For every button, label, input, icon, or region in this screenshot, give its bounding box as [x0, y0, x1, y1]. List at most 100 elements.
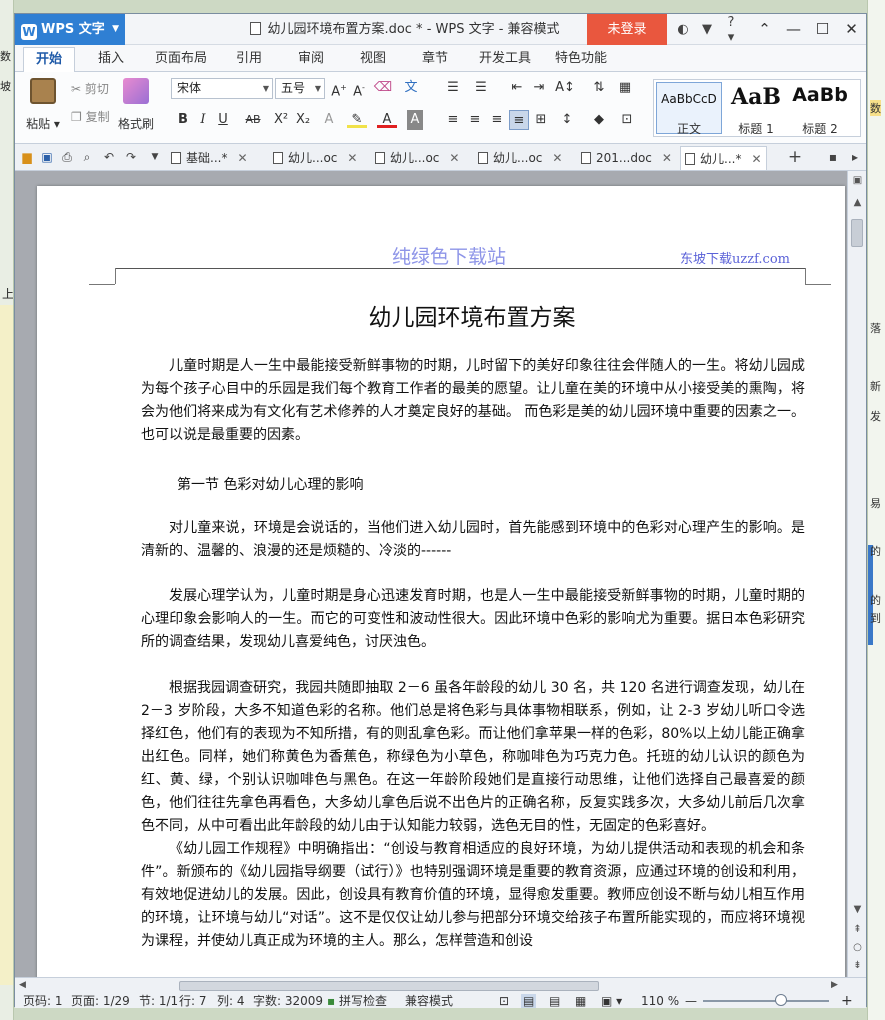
- status-word-count[interactable]: 字数: 32009: [253, 994, 323, 1008]
- superscript-icon[interactable]: X²: [271, 110, 291, 130]
- style-heading2-preview[interactable]: AaBb: [788, 84, 852, 106]
- justify-icon[interactable]: ≡: [509, 110, 529, 130]
- sort-icon[interactable]: ⇅: [589, 78, 609, 98]
- tab-menu-icon[interactable]: ▸: [847, 148, 863, 166]
- save-icon[interactable]: ▣: [39, 148, 55, 166]
- tab-developer[interactable]: 开发工具: [475, 45, 535, 72]
- customize-chevron-icon[interactable]: ▼: [147, 148, 163, 166]
- subscript-icon[interactable]: X₂: [293, 110, 313, 130]
- style-heading1-preview[interactable]: AaB: [724, 84, 788, 110]
- doc-tab-1[interactable]: 基础...* ✕: [171, 146, 248, 170]
- tab-review[interactable]: 审阅: [291, 45, 331, 72]
- style-heading1-label[interactable]: 标题 1: [724, 120, 788, 137]
- login-button[interactable]: 未登录: [587, 14, 667, 45]
- doc-tab-6-active[interactable]: 幼儿...* ✕: [680, 146, 767, 170]
- new-tab-plus-icon[interactable]: +: [787, 148, 803, 166]
- borders-icon[interactable]: ⊡: [617, 110, 637, 130]
- line-spacing-icon[interactable]: ↕: [557, 110, 577, 130]
- close-icon[interactable]: ✕: [552, 151, 562, 165]
- style-normal-preview[interactable]: AaBbCcD: [657, 92, 721, 106]
- undo-icon[interactable]: ↶: [101, 148, 117, 166]
- print-icon[interactable]: ⎙: [59, 148, 75, 166]
- zoom-in-icon[interactable]: +: [841, 994, 853, 1008]
- tab-insert[interactable]: 插入: [91, 45, 131, 72]
- close-icon[interactable]: ✕: [237, 151, 247, 165]
- shading-fill-icon[interactable]: ◆: [589, 110, 609, 130]
- horizontal-scrollbar[interactable]: ◀ ▶: [15, 977, 866, 994]
- skin-shirt-icon[interactable]: ▼: [695, 22, 719, 37]
- highlight-icon[interactable]: ✎: [347, 110, 367, 128]
- tab-list-icon[interactable]: ▪: [825, 148, 841, 166]
- close-icon[interactable]: ✕: [347, 151, 357, 165]
- grow-font-icon[interactable]: A+: [329, 78, 349, 99]
- scroll-up-icon[interactable]: ▲: [848, 197, 867, 208]
- tab-view[interactable]: 视图: [353, 45, 393, 72]
- copy-button[interactable]: ❐ 复制: [71, 108, 110, 125]
- tab-home[interactable]: 开始: [23, 47, 75, 73]
- next-page-icon[interactable]: ⇟: [848, 960, 867, 971]
- tab-page-layout[interactable]: 页面布局: [149, 45, 213, 72]
- bullets-icon[interactable]: ☰: [443, 78, 463, 98]
- font-name-select[interactable]: 宋体 ▼: [171, 78, 273, 99]
- tab-references[interactable]: 引用: [229, 45, 269, 72]
- help-button[interactable]: ? ▾: [719, 15, 743, 45]
- maximize-button[interactable]: ☐: [808, 14, 837, 45]
- text-effect-icon[interactable]: A: [319, 110, 339, 130]
- wps-menu-button[interactable]: W WPS 文字 ▼: [15, 14, 125, 45]
- underline-button[interactable]: U: [213, 110, 233, 130]
- scroll-right-icon[interactable]: ▶: [831, 980, 838, 990]
- page-view-icon[interactable]: ▤: [521, 994, 537, 1008]
- align-right-icon[interactable]: ≡: [487, 110, 507, 130]
- redo-icon[interactable]: ↷: [123, 148, 139, 166]
- minimize-button[interactable]: —: [779, 14, 808, 45]
- document-page[interactable]: 纯绿色下载站 东坡下载uzzf.com 幼儿园环境布置方案 儿童时期是人一生中最…: [37, 186, 845, 977]
- doc-tab-2[interactable]: 幼儿...oc ✕: [273, 146, 357, 170]
- clear-format-icon[interactable]: ⌫: [373, 78, 393, 98]
- doc-tab-4[interactable]: 幼儿...oc ✕: [478, 146, 562, 170]
- style-heading2-label[interactable]: 标题 2: [788, 120, 852, 137]
- vertical-scroll-thumb[interactable]: [851, 219, 863, 247]
- doc-tab-5[interactable]: 201...doc ✕: [581, 146, 672, 170]
- cut-button[interactable]: ✂ 剪切: [71, 80, 109, 97]
- open-folder-icon[interactable]: ▆: [19, 148, 35, 166]
- zoom-level[interactable]: 110 %: [641, 994, 679, 1008]
- font-size-select[interactable]: 五号 ▼: [275, 78, 325, 99]
- horizontal-scroll-thumb[interactable]: [179, 981, 599, 991]
- zoom-out-icon[interactable]: —: [685, 994, 697, 1008]
- format-painter-button[interactable]: 格式刷: [117, 78, 155, 132]
- tab-special-features[interactable]: 特色功能: [551, 45, 611, 72]
- numbering-icon[interactable]: ☰: [471, 78, 491, 98]
- doc-tab-3[interactable]: 幼儿...oc ✕: [375, 146, 459, 170]
- outline-view-icon[interactable]: ▤: [549, 994, 560, 1008]
- close-icon[interactable]: ✕: [662, 151, 672, 165]
- shrink-font-icon[interactable]: A-: [349, 78, 369, 99]
- reading-view-icon[interactable]: ▣ ▾: [601, 994, 622, 1008]
- char-scale-icon[interactable]: A↕: [555, 78, 575, 98]
- close-icon[interactable]: ✕: [449, 151, 459, 165]
- decrease-indent-icon[interactable]: ⇤: [507, 78, 527, 98]
- tab-chapter[interactable]: 章节: [415, 45, 455, 72]
- scroll-left-icon[interactable]: ◀: [19, 980, 26, 990]
- collapse-ribbon-icon[interactable]: ⌃: [750, 14, 779, 45]
- phonetic-guide-icon[interactable]: 文: [401, 78, 421, 98]
- align-center-icon[interactable]: ≡: [465, 110, 485, 130]
- close-button[interactable]: ✕: [837, 14, 866, 45]
- print-preview-icon[interactable]: ⌕: [79, 148, 95, 166]
- table-border-icon[interactable]: ▦: [615, 78, 635, 98]
- italic-button[interactable]: I: [193, 110, 213, 130]
- style-normal-label[interactable]: 正文: [657, 120, 721, 137]
- paste-button[interactable]: 粘贴 ▾: [23, 78, 63, 132]
- spell-check-button[interactable]: ▪ 拼写检查: [327, 994, 387, 1008]
- distribute-icon[interactable]: ⊞: [531, 110, 551, 130]
- close-icon[interactable]: ✕: [751, 152, 761, 166]
- prev-page-icon[interactable]: ⇞: [848, 924, 867, 935]
- web-view-icon[interactable]: ▦: [575, 994, 586, 1008]
- full-screen-view-icon[interactable]: ⊡: [499, 994, 509, 1008]
- select-browse-object-icon[interactable]: ○: [848, 942, 867, 953]
- zoom-slider-thumb[interactable]: [775, 994, 788, 1006]
- char-shading-icon[interactable]: A: [407, 110, 423, 130]
- feedback-icon[interactable]: ◐: [671, 22, 695, 37]
- align-left-icon[interactable]: ≡: [443, 110, 463, 130]
- scroll-down-icon[interactable]: ▼: [848, 904, 867, 915]
- document-viewport[interactable]: 纯绿色下载站 东坡下载uzzf.com 幼儿园环境布置方案 儿童时期是人一生中最…: [15, 171, 847, 977]
